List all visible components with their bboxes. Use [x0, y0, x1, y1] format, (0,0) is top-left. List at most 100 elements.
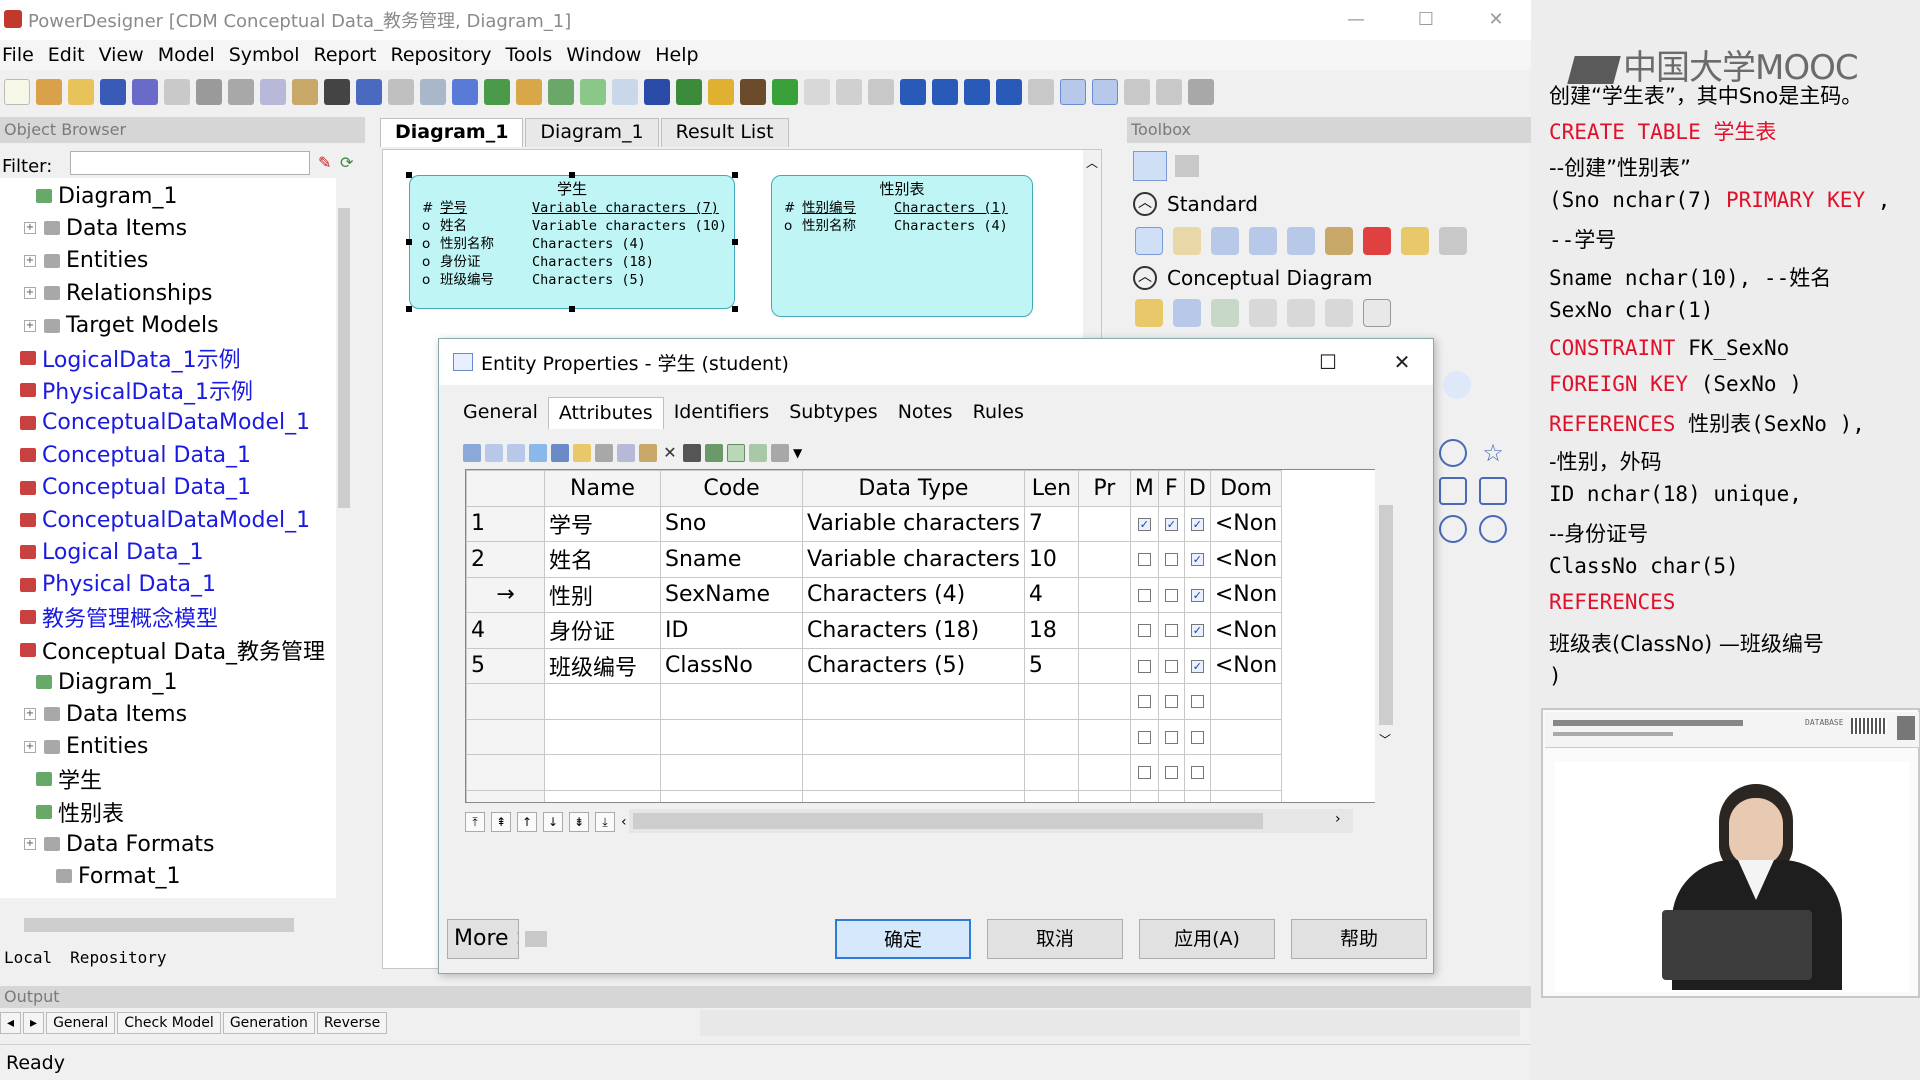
new-icon[interactable]: [4, 79, 30, 105]
attribute-precision-cell[interactable]: [1077, 576, 1131, 613]
find-icon[interactable]: [683, 444, 701, 462]
model-icon[interactable]: [484, 79, 510, 105]
attribute-name-cell[interactable]: 性别: [544, 576, 661, 613]
attribute-domain-cell[interactable]: <Non: [1209, 576, 1283, 613]
replicate-icon[interactable]: [551, 444, 569, 462]
mandatory-checkbox[interactable]: [1137, 624, 1151, 638]
print-icon[interactable]: [196, 79, 222, 105]
filter-input[interactable]: [70, 151, 310, 175]
tree-item[interactable]: 学生: [36, 763, 102, 795]
displayed-checkbox[interactable]: [1190, 695, 1204, 709]
output-nav-right-icon[interactable]: ▸: [23, 1012, 45, 1034]
empty-cell[interactable]: [660, 754, 803, 791]
tree-item[interactable]: 性别表: [36, 796, 124, 828]
link-icon[interactable]: [740, 79, 766, 105]
column-header-code[interactable]: Code: [660, 470, 803, 507]
empty-cell[interactable]: [660, 789, 803, 802]
entity-gender[interactable]: 性别表 # 性别编号 Characters (1) o 性别名称 Characters (…: [771, 175, 1033, 317]
output-horizontal-scrollbar[interactable]: [700, 1010, 1520, 1036]
minimize-icon[interactable]: —: [1344, 8, 1368, 32]
attribute-precision-cell[interactable]: [1077, 647, 1131, 684]
pencil-icon[interactable]: [708, 79, 734, 105]
selection-handle[interactable]: [406, 239, 412, 245]
column-header-name[interactable]: Name: [544, 470, 661, 507]
zoom-out-icon[interactable]: [964, 79, 990, 105]
delete-tool-icon[interactable]: [1363, 227, 1391, 255]
tree-item[interactable]: + Entities: [24, 731, 148, 763]
properties-icon[interactable]: [164, 79, 190, 105]
link-tool-icon[interactable]: [1439, 227, 1467, 255]
add-row-icon[interactable]: [507, 444, 525, 462]
empty-cell[interactable]: [1077, 683, 1131, 720]
displayed-checkbox[interactable]: ✓: [1190, 517, 1204, 531]
move-bottom-icon[interactable]: ⤓: [595, 812, 615, 832]
displayed-checkbox[interactable]: [1190, 801, 1204, 802]
tree-item[interactable]: +ConceptualDataModel_1: [20, 504, 310, 536]
tree-item[interactable]: + Entities: [24, 245, 148, 277]
menu-report[interactable]: Report: [314, 44, 389, 66]
create-icon[interactable]: [573, 444, 591, 462]
empty-cell[interactable]: [1023, 718, 1079, 755]
undo-icon[interactable]: [356, 79, 382, 105]
row-number[interactable]: 4: [466, 612, 545, 649]
apply-button[interactable]: 应用(A): [1139, 919, 1275, 959]
tree-item[interactable]: Format_1: [56, 860, 181, 892]
mandatory-checkbox[interactable]: [1137, 588, 1151, 602]
displayed-checkbox[interactable]: [1190, 766, 1204, 780]
association-link-tool-icon[interactable]: [1325, 299, 1353, 327]
tree-item[interactable]: +Conceptual Data_1: [20, 472, 251, 504]
menu-window[interactable]: Window: [566, 44, 653, 66]
tree-item[interactable]: Diagram_1: [36, 180, 177, 212]
mandatory-checkbox[interactable]: [1137, 766, 1151, 780]
column-header-mandatory[interactable]: M: [1129, 470, 1159, 507]
expand-icon[interactable]: +: [24, 740, 36, 753]
check-model-icon[interactable]: [452, 79, 478, 105]
attribute-precision-cell[interactable]: [1077, 505, 1131, 542]
scroll-right-icon[interactable]: ›: [1335, 811, 1341, 827]
paste-icon[interactable]: [292, 79, 318, 105]
circle-tool-icon[interactable]: [1443, 371, 1471, 399]
tree-item[interactable]: + Target Models: [24, 310, 219, 342]
empty-cell[interactable]: [660, 683, 803, 720]
selection-handle[interactable]: [732, 239, 738, 245]
zoom-in-tool-icon[interactable]: [1211, 227, 1239, 255]
expand-icon[interactable]: +: [24, 319, 36, 332]
tab-diagram-1-active[interactable]: Diagram_1: [380, 118, 524, 147]
move-page-up-icon[interactable]: ⇞: [491, 812, 511, 832]
table-row[interactable]: → 性别 SexName Characters (4) 4 ✓ <Non: [466, 576, 1283, 613]
tree-item[interactable]: +Conceptual Data_教务管理: [20, 634, 325, 666]
mandatory-checkbox[interactable]: [1137, 730, 1151, 744]
window-icon[interactable]: [644, 79, 670, 105]
grid-icon[interactable]: [868, 79, 894, 105]
text-icon[interactable]: [772, 79, 798, 105]
attributes-grid[interactable]: Name Code Data Type Len Pr M F D Dom 1 学号…: [465, 469, 1397, 803]
tree-item[interactable]: Diagram_1: [36, 666, 177, 698]
expand-icon[interactable]: +: [24, 222, 36, 235]
cut-icon[interactable]: [595, 444, 613, 462]
zoom-icon[interactable]: [900, 79, 926, 105]
selection-handle[interactable]: [732, 306, 738, 312]
attribute-length-cell[interactable]: 4: [1023, 576, 1079, 613]
expand-icon[interactable]: +: [24, 287, 36, 300]
relationship-tool-icon[interactable]: [1211, 299, 1239, 327]
polygon-tool-icon[interactable]: [1479, 515, 1507, 543]
filter-toggle-icon[interactable]: [727, 444, 745, 462]
align-icon[interactable]: [1028, 79, 1054, 105]
refresh-filter-icon[interactable]: ⟳: [340, 153, 353, 172]
clear-filter-icon[interactable]: ✎: [318, 153, 331, 172]
open-package-icon[interactable]: [1287, 227, 1315, 255]
empty-cell[interactable]: [1077, 754, 1131, 791]
tab-repository[interactable]: Repository: [70, 948, 166, 967]
table-row[interactable]: 1 学号 Sno Variable characters 7 ✓ ✓ ✓ <Non: [466, 505, 1283, 542]
delete-icon[interactable]: ✕: [661, 444, 679, 462]
save-all-icon[interactable]: [132, 79, 158, 105]
column-header-domain[interactable]: Dom: [1209, 470, 1283, 507]
attribute-type-cell[interactable]: Variable characters: [802, 541, 1025, 578]
expand-icon[interactable]: +: [24, 838, 36, 850]
save-icon[interactable]: [100, 79, 126, 105]
print-icon[interactable]: [771, 444, 789, 462]
menu-file[interactable]: File: [2, 44, 46, 66]
rounded-rect-tool-icon[interactable]: [1479, 477, 1507, 505]
association-tool-icon[interactable]: [1287, 299, 1315, 327]
tab-local[interactable]: Local: [4, 948, 52, 967]
